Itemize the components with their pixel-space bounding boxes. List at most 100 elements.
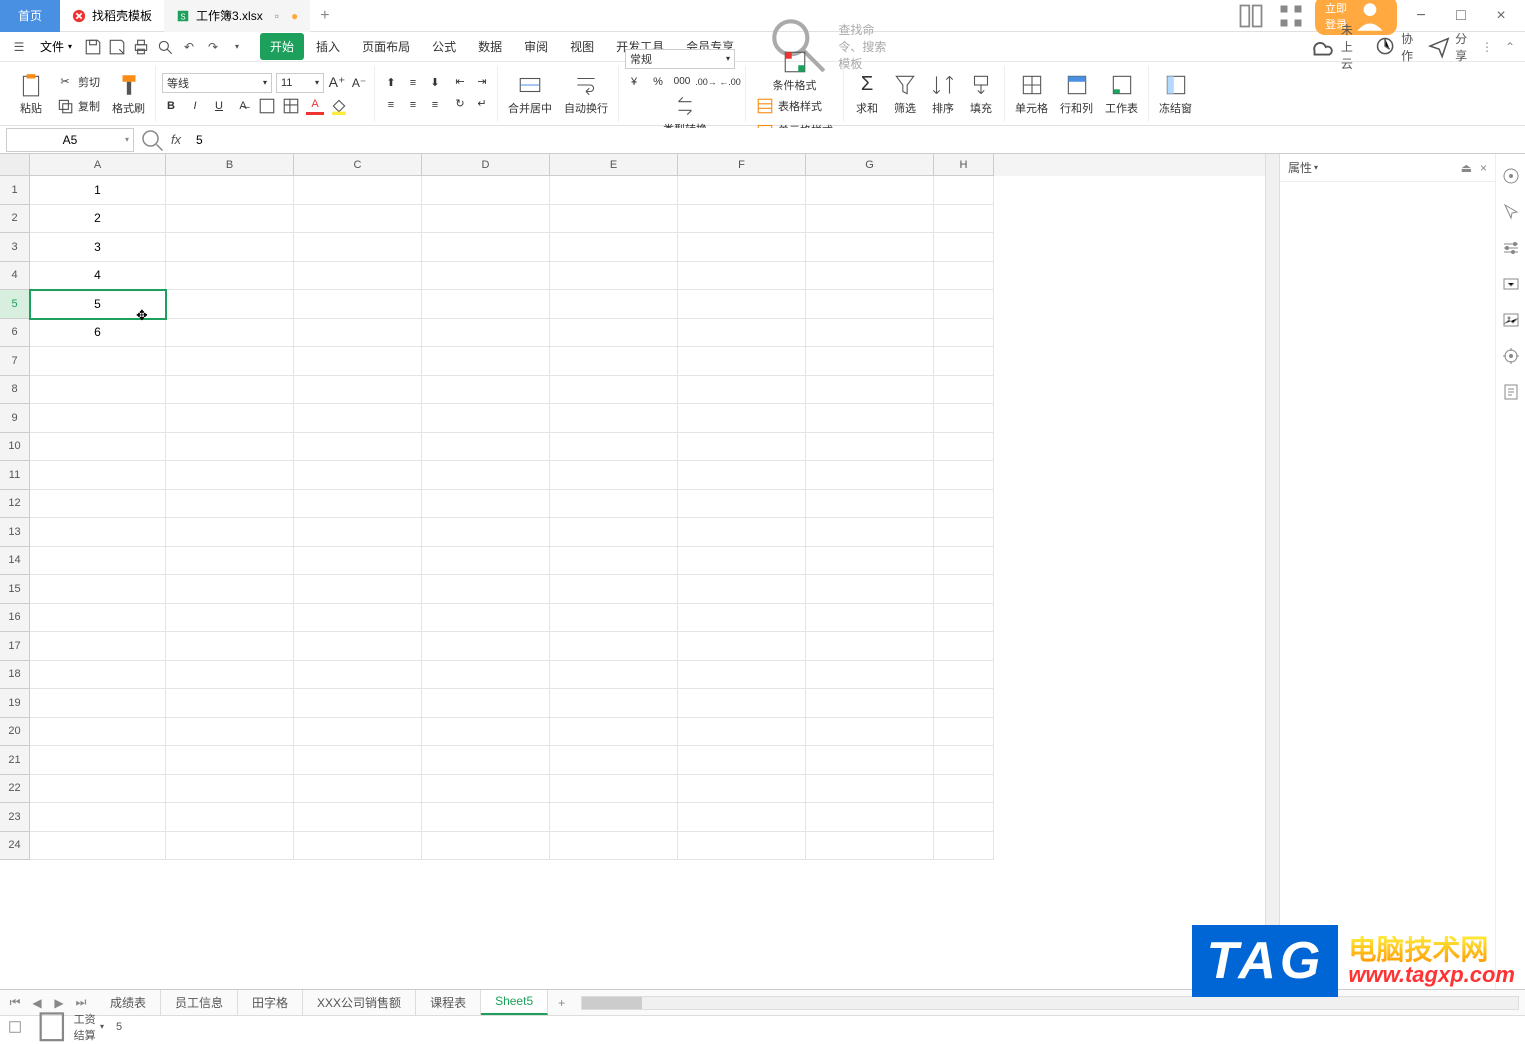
cell-F24[interactable] [678,832,806,861]
collab-button[interactable]: 协作 [1373,30,1415,64]
cell-D7[interactable] [422,347,550,376]
apps-icon[interactable] [1275,2,1307,30]
table-style-button[interactable]: 表格样式 [752,95,837,117]
cell-E16[interactable] [550,604,678,633]
cell-E4[interactable] [550,262,678,291]
row-header[interactable]: 14 [0,547,30,576]
cell-A23[interactable] [30,803,166,832]
fill-color-icon[interactable] [330,97,348,115]
cell-G4[interactable] [806,262,934,291]
row-header[interactable]: 12 [0,490,30,519]
merge-center-button[interactable]: 合并居中 [504,70,556,118]
cell-B20[interactable] [166,718,294,747]
cell-E13[interactable] [550,518,678,547]
comma-icon[interactable]: 000 [673,73,691,91]
align-top-icon[interactable]: ⬆ [381,73,401,93]
cell-H15[interactable] [934,575,994,604]
italic-icon[interactable]: I [186,97,204,115]
cell-C2[interactable] [294,205,422,234]
cell-D23[interactable] [422,803,550,832]
undo-icon[interactable]: ↶ [180,38,198,56]
cell-F20[interactable] [678,718,806,747]
cell-C7[interactable] [294,347,422,376]
row-header[interactable]: 10 [0,433,30,462]
cell-D4[interactable] [422,262,550,291]
col-header-H[interactable]: H [934,154,994,176]
cell-G1[interactable] [806,176,934,205]
cell-E12[interactable] [550,490,678,519]
side-settings-icon[interactable] [1501,238,1521,258]
cell-A16[interactable] [30,604,166,633]
cell-B22[interactable] [166,775,294,804]
cell-F3[interactable] [678,233,806,262]
wrap-icon[interactable]: ↵ [473,95,491,113]
cell-G7[interactable] [806,347,934,376]
cell-H1[interactable] [934,176,994,205]
freeze-button[interactable]: 冻结窗 [1155,70,1196,118]
cell-H20[interactable] [934,718,994,747]
cell-F2[interactable] [678,205,806,234]
cell-C20[interactable] [294,718,422,747]
percent-icon[interactable]: % [649,73,667,91]
redo-icon[interactable]: ↷ [204,38,222,56]
row-col-button[interactable]: 行和列 [1056,70,1097,118]
worksheet-button[interactable]: 工作表 [1101,70,1142,118]
wrap-text-button[interactable]: 自动换行 [560,70,612,118]
cell-C4[interactable] [294,262,422,291]
cell-G19[interactable] [806,689,934,718]
row-header[interactable]: 20 [0,718,30,747]
cell-E20[interactable] [550,718,678,747]
cell-E1[interactable] [550,176,678,205]
cell-D1[interactable] [422,176,550,205]
cell-C15[interactable] [294,575,422,604]
row-header[interactable]: 9 [0,404,30,433]
cell-F6[interactable] [678,319,806,348]
cell-D8[interactable] [422,376,550,405]
select-all-corner[interactable] [0,154,30,176]
cell-D5[interactable] [422,290,550,319]
cell-F12[interactable] [678,490,806,519]
sort-button[interactable]: 排序 [926,70,960,118]
vertical-scrollbar[interactable] [1265,154,1279,989]
cell-B2[interactable] [166,205,294,234]
tab-menu-icon[interactable]: ▫ [275,9,279,23]
cellstyle-quick-icon[interactable] [282,97,300,115]
sheet-tab[interactable]: 员工信息 [161,990,238,1015]
cell-G12[interactable] [806,490,934,519]
side-assistant-icon[interactable] [1501,166,1521,186]
cell-G16[interactable] [806,604,934,633]
cell-A8[interactable] [30,376,166,405]
tab-home[interactable]: 首页 [0,0,60,32]
cell-E22[interactable] [550,775,678,804]
cell-A20[interactable] [30,718,166,747]
col-header-F[interactable]: F [678,154,806,176]
cell-B21[interactable] [166,746,294,775]
cell-F1[interactable] [678,176,806,205]
cell-A21[interactable] [30,746,166,775]
tab-formula[interactable]: 公式 [422,33,466,60]
cell-H17[interactable] [934,632,994,661]
cell-E24[interactable] [550,832,678,861]
tab-pagelayout[interactable]: 页面布局 [352,33,420,60]
cell-H21[interactable] [934,746,994,775]
cell-E18[interactable] [550,661,678,690]
side-help-icon[interactable] [1501,382,1521,402]
cancel-formula-icon[interactable] [140,128,164,152]
sheet-tab[interactable]: Sheet5 [481,990,548,1015]
cell-H12[interactable] [934,490,994,519]
cell-C5[interactable] [294,290,422,319]
row-header[interactable]: 17 [0,632,30,661]
cloud-sync[interactable]: 未上云 [1307,21,1361,72]
cell-B11[interactable] [166,461,294,490]
bold-icon[interactable]: B [162,97,180,115]
cell-E11[interactable] [550,461,678,490]
orientation-icon[interactable]: ↻ [451,95,469,113]
col-header-C[interactable]: C [294,154,422,176]
row-header[interactable]: 19 [0,689,30,718]
preview-icon[interactable] [156,38,174,56]
add-sheet-button[interactable]: + [548,996,575,1010]
sheet-tab[interactable]: 成绩表 [96,990,161,1015]
tab-insert[interactable]: 插入 [306,33,350,60]
cell-E19[interactable] [550,689,678,718]
cell-D17[interactable] [422,632,550,661]
